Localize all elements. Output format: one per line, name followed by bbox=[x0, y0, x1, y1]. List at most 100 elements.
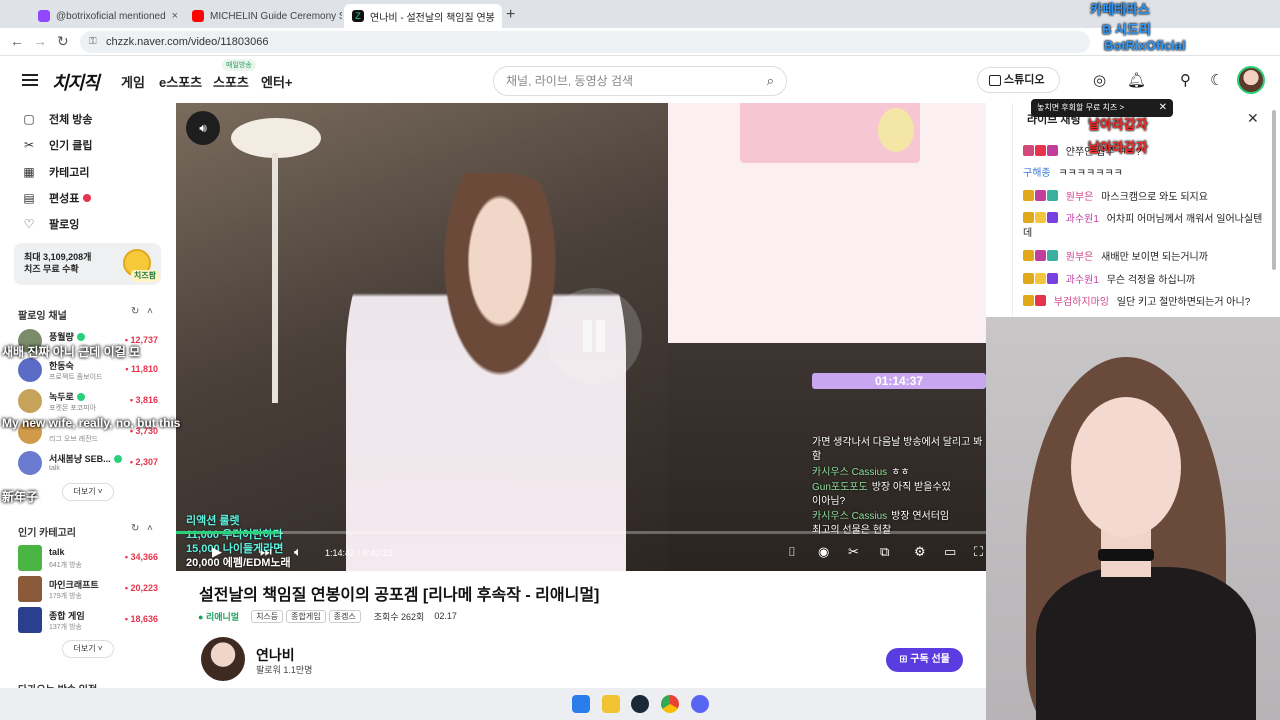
refresh-icon[interactable]: ↻ bbox=[131, 306, 139, 317]
start-icon[interactable] bbox=[572, 695, 590, 713]
chat-nickname[interactable]: 과수원1 bbox=[1066, 275, 1099, 286]
browser-tab-active[interactable]: Z 연나비 - 설전날의 책임질 연봉 × bbox=[344, 4, 502, 28]
channel-avatar[interactable] bbox=[201, 637, 245, 681]
close-tab-icon[interactable]: × bbox=[166, 10, 178, 22]
refresh-icon[interactable]: ↻ bbox=[131, 523, 139, 534]
pause-icon[interactable] bbox=[546, 288, 642, 384]
chat-nickname[interactable]: 원부은 bbox=[1066, 252, 1094, 263]
viewer-count: 3,816 bbox=[130, 395, 158, 405]
progress-bar[interactable] bbox=[176, 531, 986, 534]
steam-icon[interactable] bbox=[631, 695, 649, 713]
category-thumbnail bbox=[18, 545, 42, 571]
channel-name: 녹두로 bbox=[49, 390, 85, 403]
site-info-icon[interactable]: ⚿ bbox=[89, 31, 97, 53]
tag-chip[interactable]: 치스등 bbox=[251, 609, 284, 623]
chat-nickname[interactable]: 부검하지마잉 bbox=[1054, 297, 1109, 308]
folder-icon[interactable] bbox=[602, 695, 620, 713]
chat-scrollbar[interactable] bbox=[1272, 110, 1276, 270]
user-avatar[interactable] bbox=[1237, 66, 1265, 94]
channel-name: 서새봄냥 SEB... bbox=[49, 452, 122, 465]
chat-message: 부검하지마잉 일단 키고 절만하면되는거 아니? bbox=[1023, 295, 1268, 315]
theater-icon[interactable]: ▭ bbox=[944, 544, 956, 560]
channel-row[interactable]: 한동숙 프로젝트 좀보이드 11,810 bbox=[18, 356, 160, 386]
channel-row[interactable]: 서새봄냥 SEB... talk 2,307 bbox=[18, 449, 160, 479]
next-icon[interactable]: ⏭ bbox=[260, 544, 272, 560]
scissors-icon[interactable]: ✂ bbox=[848, 544, 859, 560]
channel-name[interactable]: 연나비 bbox=[256, 645, 295, 665]
discord-icon[interactable] bbox=[691, 695, 709, 713]
subtitle-overlay: 새배 진짜 아니 근데 이걸 모 bbox=[2, 345, 141, 359]
volume-icon[interactable]: 🔊︎ bbox=[186, 111, 220, 145]
url-field[interactable]: ⚿ chzzk.naver.com/video/11803066 bbox=[80, 31, 1090, 53]
reload-icon[interactable]: ↻ bbox=[57, 33, 69, 50]
video-player[interactable]: 🔊︎ 01:14:37 가면 생각나서 다음날 방송에서 달리고 봐 함 카시우… bbox=[176, 103, 986, 571]
message-text: 새배만 보이면 되는거니까 bbox=[1101, 252, 1208, 263]
screenshot-icon[interactable]: ⌷ bbox=[788, 544, 796, 560]
chevron-up-icon[interactable]: ˄ bbox=[147, 523, 153, 534]
channel-avatar bbox=[18, 358, 42, 382]
chevron-up-icon[interactable]: ˄ bbox=[147, 306, 153, 317]
cheese-farm-tag: 치즈팜 bbox=[130, 270, 159, 282]
chat-message: 과수원1 무슨 걱정을 하십니까 bbox=[1023, 273, 1268, 288]
channel-category: 리그 오브 레전드 bbox=[49, 436, 98, 443]
search-icon[interactable]: ⌕ bbox=[767, 67, 774, 95]
channel-category: talk bbox=[49, 465, 60, 472]
chrome-icon[interactable] bbox=[661, 695, 679, 713]
sidebar-item-category[interactable]: ▦ 카테고리 bbox=[22, 164, 89, 180]
dark-mode-icon[interactable]: ☾ bbox=[1210, 71, 1223, 89]
settings-icon[interactable]: ⚙ bbox=[914, 544, 926, 560]
pip-icon[interactable]: ⧉ bbox=[880, 544, 889, 560]
category-row[interactable]: talk 641개 방송 34,366 bbox=[18, 544, 160, 574]
tag-chip[interactable]: 종겜스 bbox=[328, 609, 361, 623]
chat-nickname[interactable]: 구해종 bbox=[1023, 168, 1051, 179]
category-row[interactable]: 종합 게임 137개 방송 18,636 bbox=[18, 606, 160, 636]
chat-message: 구해종 ㅋㅋㅋㅋㅋㅋㅋ bbox=[1023, 167, 1268, 181]
bell-icon[interactable]: 🔔︎ bbox=[1127, 71, 1146, 89]
progress-fill bbox=[176, 531, 281, 534]
channel-name: 풍월량 bbox=[49, 330, 85, 343]
nav-esports[interactable]: e스포츠 bbox=[159, 72, 202, 91]
volume-icon[interactable]: 🔈︎ bbox=[294, 544, 302, 560]
chat-nickname[interactable]: 원부은 bbox=[1066, 192, 1094, 203]
back-icon[interactable]: ← bbox=[10, 33, 24, 49]
category-row[interactable]: 마인크래프트 179개 방송 20,223 bbox=[18, 575, 160, 605]
search-input[interactable]: 채널, 라이브, 동영상 검색 ⌕ bbox=[493, 66, 787, 96]
message-text: 마스크캠으로 와도 되지요 bbox=[1101, 192, 1208, 203]
category-link[interactable]: 리애니멀 bbox=[198, 610, 239, 623]
cheese-banner[interactable]: 최대 3,109,208개 치즈 무료 수확 치즈팜 bbox=[14, 243, 161, 285]
chat-message: 원부은 새배만 보이면 되는거니까 bbox=[1023, 250, 1268, 265]
site-logo[interactable]: 치지직 bbox=[52, 69, 100, 95]
chat-nickname[interactable]: 과수원1 bbox=[1066, 214, 1099, 225]
subscribe-gift-button[interactable]: ⊞ 구독 선물 bbox=[886, 648, 963, 672]
tag-chip[interactable]: 종합게임 bbox=[286, 609, 326, 623]
cheese-icon[interactable]: ◎ bbox=[1093, 71, 1106, 89]
close-chat-icon[interactable]: ✕ bbox=[1247, 110, 1259, 127]
new-tab-icon[interactable]: + bbox=[506, 6, 515, 24]
overlay-username: 날아라갑자 bbox=[1088, 140, 1148, 155]
menu-icon[interactable] bbox=[22, 74, 38, 86]
streamer-webcam bbox=[986, 317, 1280, 720]
subtitle-overlay: My new wife, really, no, but this bbox=[2, 416, 181, 430]
sidebar-item-schedule[interactable]: ▤ 편성표 bbox=[22, 190, 92, 206]
fullscreen-icon[interactable]: ⛶ bbox=[974, 544, 983, 560]
browser-tab-2[interactable]: MICHELIN Guide Ceremony Se × bbox=[184, 4, 342, 28]
overlay-chat-line: 함 bbox=[812, 451, 822, 462]
nav-sports[interactable]: 스포츠 bbox=[213, 72, 249, 91]
close-tab-icon[interactable]: × bbox=[495, 10, 502, 22]
studio-button[interactable]: 스튜디오 bbox=[977, 67, 1060, 93]
search-lab-icon[interactable]: ⚲ bbox=[1180, 71, 1191, 89]
more-channels-button[interactable]: 더보기 ˅ bbox=[62, 483, 114, 501]
sidebar-item-clips[interactable]: ✂ 인기 클립 bbox=[22, 137, 93, 153]
channel-row[interactable]: 녹두로 포켓몬 포코피아 3,816 bbox=[18, 387, 160, 417]
browser-tab-1[interactable]: @botrixoficial mentioned × bbox=[30, 4, 178, 28]
close-popup-icon[interactable]: ✕ bbox=[1159, 99, 1167, 117]
forward-icon[interactable]: → bbox=[33, 33, 47, 49]
clip-icon[interactable]: ◉ bbox=[818, 544, 829, 560]
sidebar-item-all-live[interactable]: ▢ 전체 방송 bbox=[22, 111, 92, 127]
nav-game[interactable]: 게임 bbox=[121, 72, 145, 91]
nav-enter[interactable]: 엔터+ bbox=[261, 72, 293, 91]
site-header: 치지직 게임 e스포츠 매일방송 스포츠 엔터+ 채널, 라이브, 동영상 검색… bbox=[0, 57, 1280, 103]
sidebar-item-following[interactable]: ♡ 팔로잉 bbox=[22, 216, 80, 232]
play-icon[interactable]: ▶ bbox=[212, 544, 222, 560]
more-categories-button[interactable]: 더보기 ˅ bbox=[62, 640, 114, 658]
